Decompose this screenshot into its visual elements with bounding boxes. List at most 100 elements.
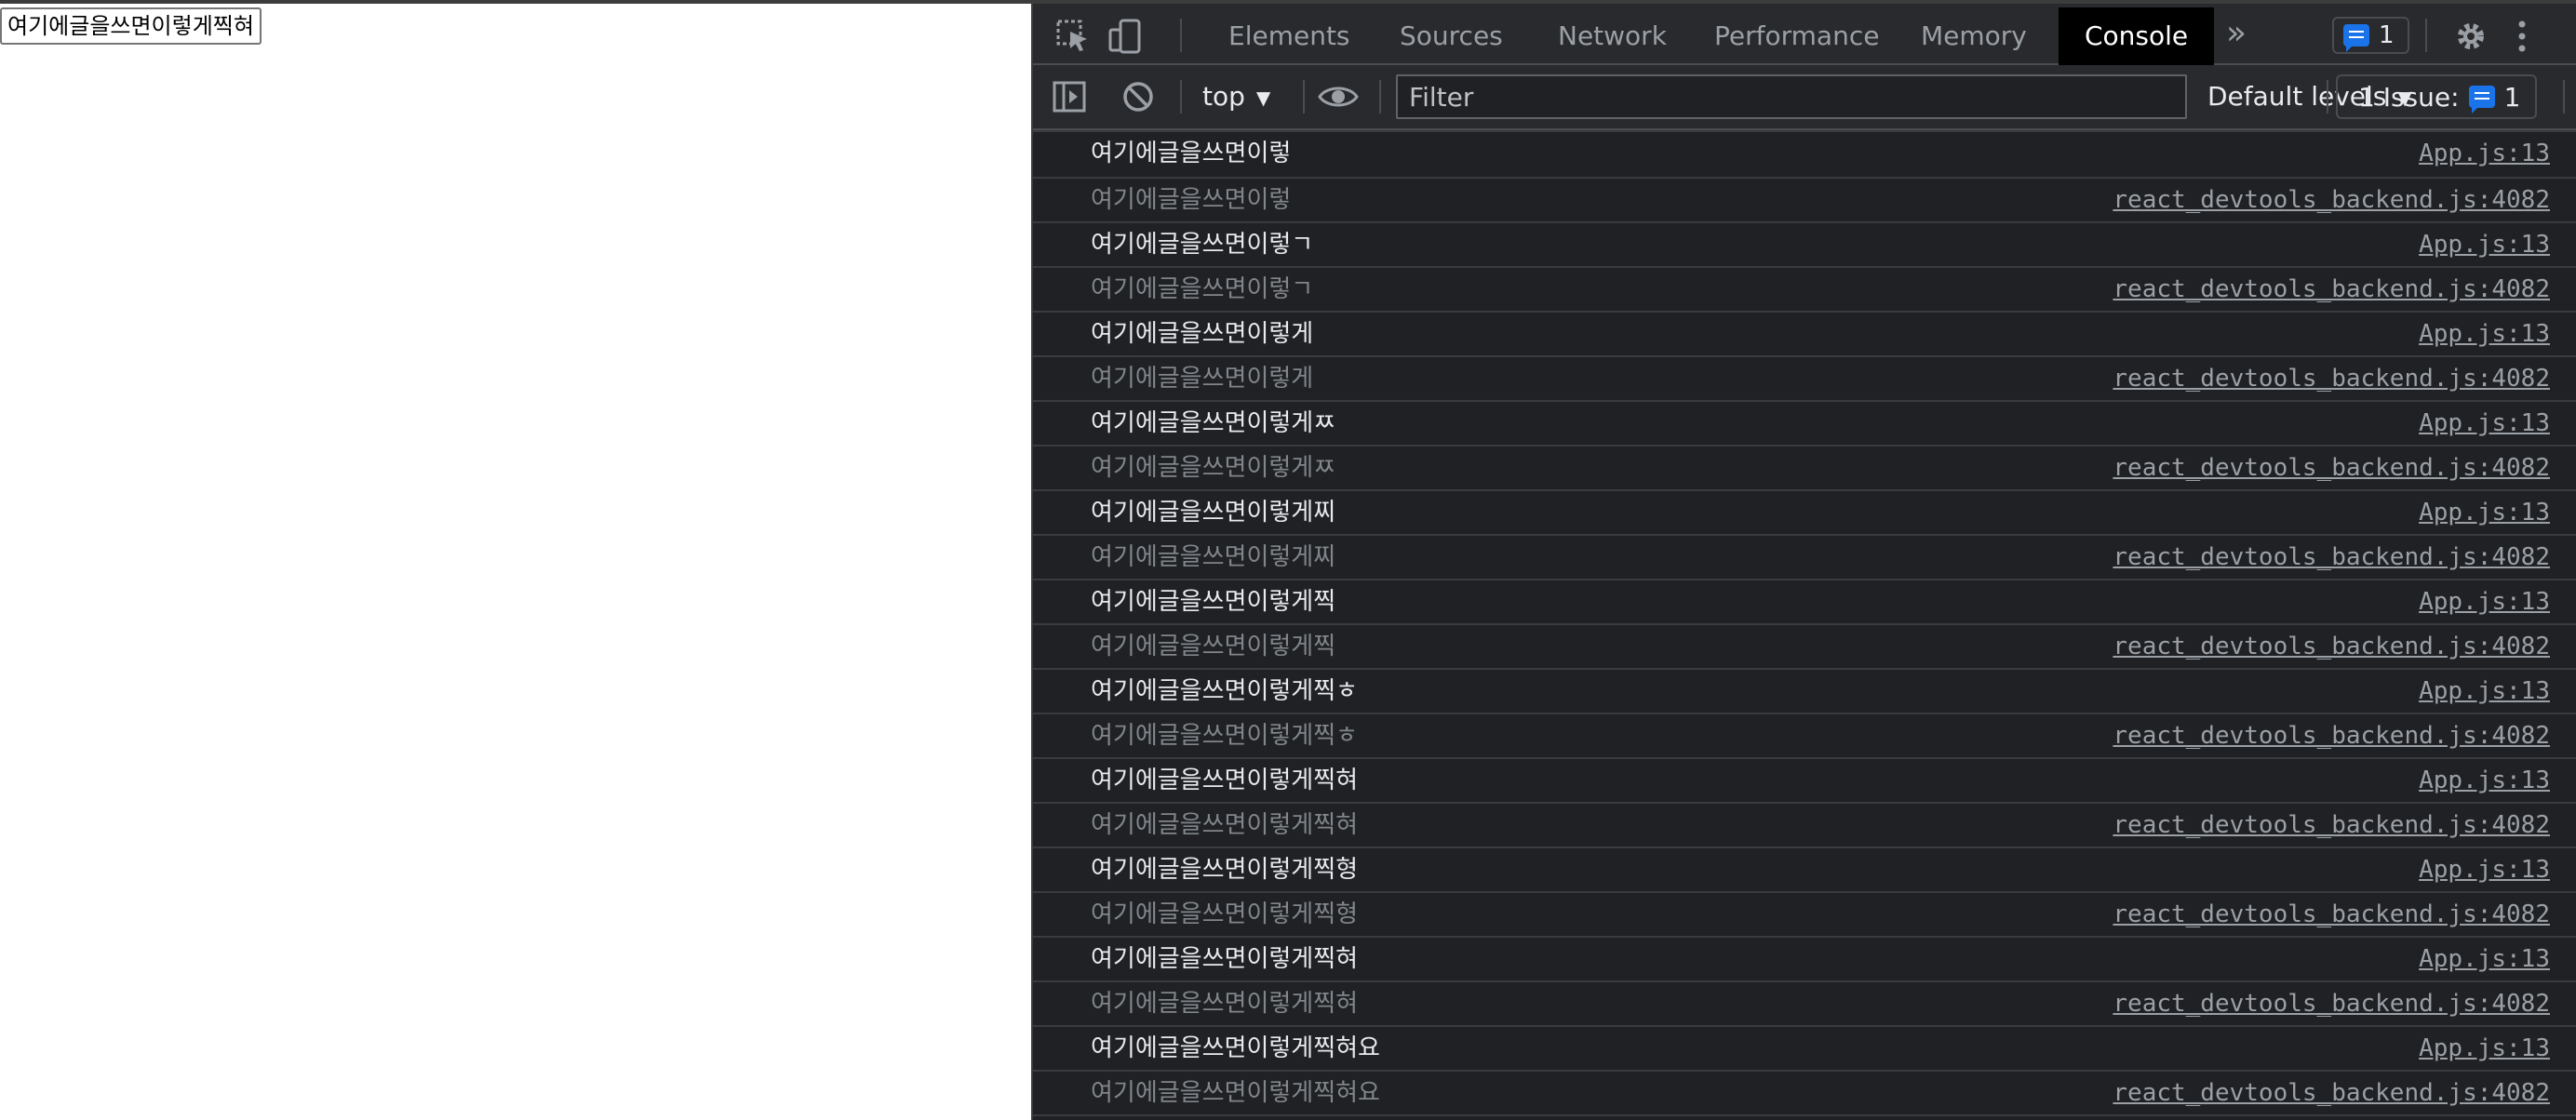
console-message-text: 여기에글을쓰면이렇	[1091, 186, 1292, 214]
screen: 여기에글을쓰면이렇게찍혀 Elements Sources Network Pe…	[0, 0, 2576, 1120]
console-source-link[interactable]: react_devtools_backend.js:4082	[2113, 982, 2550, 1025]
console-source-link[interactable]: App.js:13	[2419, 670, 2550, 713]
tab-separator	[2425, 19, 2427, 52]
console-message: 여기에글을쓰면이렇 App.js:13	[1033, 130, 2576, 179]
console-message-text: 여기에글을쓰면이렇게ㅉ	[1091, 454, 1336, 482]
console-message-text: 여기에글을쓰면이렇게찍ㅎ	[1091, 677, 1359, 705]
console-source-link[interactable]: react_devtools_backend.js:4082	[2113, 893, 2550, 936]
console-source-link[interactable]: App.js:13	[2419, 1027, 2550, 1070]
devtools-panel: Elements Sources Network Performance Mem…	[1031, 0, 2576, 1120]
kebab-menu-icon[interactable]	[2513, 19, 2531, 54]
console-message: 여기에글을쓰면이렇게찌 App.js:13	[1033, 491, 2576, 536]
text-input[interactable]: 여기에글을쓰면이렇게찍혀	[0, 7, 262, 45]
console-message: 여기에글을쓰면이렇게찍형 react_devtools_backend.js:40…	[1033, 893, 2576, 938]
console-message-text: 여기에글을쓰면이렇게찍	[1091, 633, 1336, 660]
console-message-text: 여기에글을쓰면이렇ㄱ	[1091, 231, 1314, 259]
console-message-text: 여기에글을쓰면이렇게찍형	[1091, 900, 1359, 928]
console-message: 여기에글을쓰면이렇ㄱ App.js:13	[1033, 223, 2576, 268]
console-message-text: 여기에글을쓰면이렇게ㅉ	[1091, 409, 1336, 437]
console-message: 여기에글을쓰면이렇게찍ㅎ react_devtools_backend.js:40…	[1033, 714, 2576, 759]
toolbar-separator	[2563, 80, 2565, 113]
device-toolbar-icon[interactable]	[1107, 19, 1143, 54]
gear-icon[interactable]	[2453, 19, 2489, 54]
console-message-text: 여기에글을쓰면이렇게찍혀요	[1091, 1034, 1380, 1062]
console-source-link[interactable]: react_devtools_backend.js:4082	[2113, 179, 2550, 221]
devtools-tab-bar: Elements Sources Network Performance Mem…	[1033, 0, 2576, 65]
console-message-text: 여기에글을쓰면이렇ㄱ	[1091, 275, 1314, 303]
console-message: 여기에글을쓰면이렇게찍혀 App.js:13	[1033, 938, 2576, 982]
issues-label: 1 Issue:	[2358, 81, 2460, 113]
tab-network[interactable]: Network	[1532, 7, 1693, 65]
console-message: 여기에글을쓰면이렇게찍혀 react_devtools_backend.js:40…	[1033, 804, 2576, 848]
console-message-text: 여기에글을쓰면이렇게	[1091, 365, 1314, 393]
messages-count: 1	[2379, 21, 2395, 49]
console-message: 여기에글을쓰면이렇게찍 App.js:13	[1033, 580, 2576, 625]
caret-down-icon: ▼	[1255, 87, 1271, 109]
console-source-link[interactable]: App.js:13	[2419, 759, 2550, 802]
console-message: 여기에글을쓰면이렇게찍혀요 react_devtools_backend.js:4…	[1033, 1072, 2576, 1116]
sidebar-toggle-icon[interactable]	[1052, 79, 1087, 114]
console-message-text: 여기에글을쓰면이렇게찌	[1091, 499, 1336, 527]
console-message: 여기에글을쓰면이렇게찍혀요 App.js:13	[1033, 1027, 2576, 1072]
console-message: 여기에글을쓰면이렇게ㅉ react_devtools_backend.js:408…	[1033, 447, 2576, 491]
console-message-text: 여기에글을쓰면이렇	[1091, 140, 1292, 167]
console-message: 여기에글을쓰면이렇게 react_devtools_backend.js:4082	[1033, 357, 2576, 402]
toolbar-separator	[1379, 80, 1381, 113]
console-source-link[interactable]: react_devtools_backend.js:4082	[2113, 625, 2550, 668]
console-source-link[interactable]: App.js:13	[2419, 223, 2550, 266]
console-message: 여기에글을쓰면이렇게찍형 App.js:13	[1033, 848, 2576, 893]
console-source-link[interactable]: react_devtools_backend.js:4082	[2113, 536, 2550, 579]
web-page: 여기에글을쓰면이렇게찍혀	[0, 0, 1031, 1120]
console-source-link[interactable]: App.js:13	[2419, 491, 2550, 534]
console-message-text: 여기에글을쓰면이렇게찍ㅎ	[1091, 722, 1359, 750]
console-message: 여기에글을쓰면이렇 react_devtools_backend.js:4082	[1033, 179, 2576, 223]
console-message-text: 여기에글을쓰면이렇게찍혀	[1091, 945, 1359, 973]
console-message-text: 여기에글을쓰면이렇게찍혀요	[1091, 1079, 1380, 1107]
message-icon	[2343, 24, 2369, 52]
clear-console-icon[interactable]	[1120, 79, 1156, 114]
console-message: 여기에글을쓰면이렇게찍혀 App.js:13	[1033, 759, 2576, 804]
toolbar-separator	[2327, 80, 2328, 113]
console-message: 여기에글을쓰면이렇게 App.js:13	[1033, 313, 2576, 357]
console-source-link[interactable]: App.js:13	[2419, 848, 2550, 891]
tab-memory[interactable]: Memory	[1895, 7, 2053, 65]
context-label: top	[1202, 81, 1245, 112]
console-source-link[interactable]: App.js:13	[2419, 313, 2550, 355]
console-source-link[interactable]: react_devtools_backend.js:4082	[2113, 268, 2550, 311]
eye-icon[interactable]	[1318, 79, 1359, 114]
console-source-link[interactable]: App.js:13	[2419, 132, 2550, 175]
console-source-link[interactable]: App.js:13	[2419, 580, 2550, 623]
tab-sources[interactable]: Sources	[1374, 7, 1529, 65]
tab-elements[interactable]: Elements	[1202, 7, 1376, 65]
console-message-text: 여기에글을쓰면이렇게찍형	[1091, 856, 1359, 884]
console-message-text: 여기에글을쓰면이렇게찌	[1091, 543, 1336, 571]
console-source-link[interactable]: App.js:13	[2419, 938, 2550, 980]
console-source-link[interactable]: react_devtools_backend.js:4082	[2113, 357, 2550, 400]
toolbar-separator	[1303, 80, 1305, 113]
console-source-link[interactable]: react_devtools_backend.js:4082	[2113, 804, 2550, 847]
console-source-link[interactable]: react_devtools_backend.js:4082	[2113, 447, 2550, 489]
toolbar-separator	[1180, 80, 1182, 113]
filter-input[interactable]	[1396, 74, 2187, 119]
console-message-text: 여기에글을쓰면이렇게찍혀	[1091, 767, 1359, 794]
chevron-double-right-icon[interactable]: »	[2226, 15, 2247, 52]
issues-count: 1	[2503, 81, 2521, 113]
console-source-link[interactable]: react_devtools_backend.js:4082	[2113, 1072, 2550, 1114]
console-message: 여기에글을쓰면이렇게ㅉ App.js:13	[1033, 402, 2576, 447]
inspect-element-icon[interactable]	[1055, 19, 1091, 54]
console-message-text: 여기에글을쓰면이렇게찍혀	[1091, 811, 1359, 839]
console-message-text: 여기에글을쓰면이렇게	[1091, 320, 1314, 348]
console-message-text: 여기에글을쓰면이렇게찍	[1091, 588, 1336, 616]
console-message: 여기에글을쓰면이렇게찍혀 react_devtools_backend.js:40…	[1033, 982, 2576, 1027]
console-message-text: 여기에글을쓰면이렇게찍혀	[1091, 990, 1359, 1018]
console-message: 여기에글을쓰면이렇ㄱ react_devtools_backend.js:4082	[1033, 268, 2576, 313]
console-message: 여기에글을쓰면이렇게찌 react_devtools_backend.js:408…	[1033, 536, 2576, 580]
messages-badge[interactable]: 1	[2332, 17, 2409, 54]
console-source-link[interactable]: react_devtools_backend.js:4082	[2113, 714, 2550, 757]
issues-button[interactable]: 1 Issue: 1	[2336, 74, 2538, 119]
tab-performance[interactable]: Performance	[1688, 7, 1905, 65]
console-source-link[interactable]: App.js:13	[2419, 402, 2550, 445]
tab-console[interactable]: Console	[2059, 7, 2215, 65]
console-message: 여기에글을쓰면이렇게찍ㅎ App.js:13	[1033, 670, 2576, 714]
context-selector[interactable]: top ▼	[1202, 78, 1270, 115]
